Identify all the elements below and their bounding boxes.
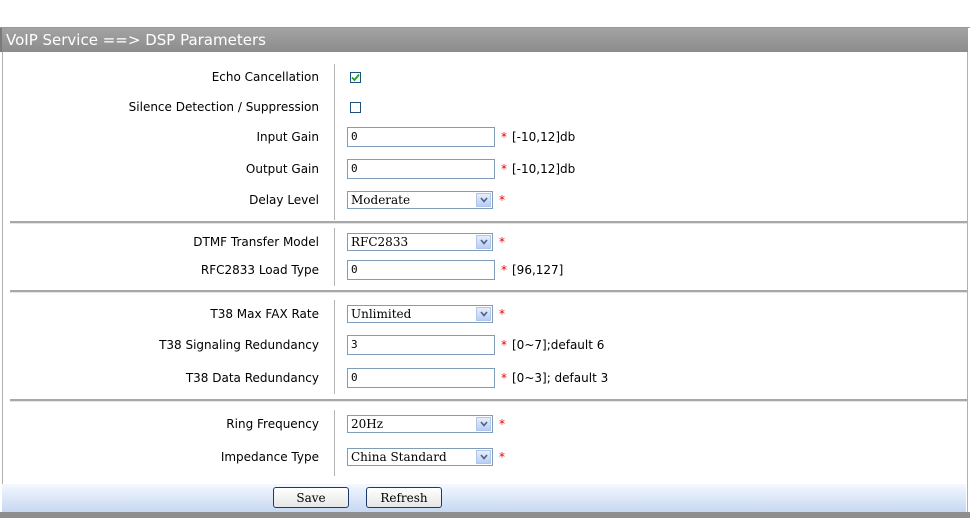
chevron-down-icon[interactable] [476,450,491,464]
output-gain-row: Output Gain 0 * [-10,12]db [3,156,967,182]
section-divider [10,221,967,224]
dtmf-transfer-model-value: RFC2833 [351,235,409,249]
ring-frequency-row: Ring Frequency 20Hz * [3,411,967,437]
t38-data-redundancy-hint: [0~3]; default 3 [512,371,609,385]
required-marker: * [501,162,507,176]
t38-data-redundancy-field[interactable]: 0 [347,368,495,388]
section-divider [10,290,967,293]
t38-max-fax-rate-label: T38 Max FAX Rate [210,307,319,321]
dtmf-transfer-model-label: DTMF Transfer Model [193,235,319,249]
chevron-down-icon[interactable] [476,307,491,321]
output-gain-label: Output Gain [245,162,319,176]
output-gain-field[interactable]: 0 [347,159,495,179]
delay-level-label: Delay Level [249,193,319,207]
bottom-bar [0,512,970,518]
echo-cancellation-label: Echo Cancellation [211,70,319,84]
required-marker: * [499,307,505,321]
silence-detection-checkbox[interactable] [350,101,361,113]
required-marker: * [501,338,507,352]
dtmf-transfer-model-select[interactable]: RFC2833 [347,233,493,251]
t38-max-fax-rate-value: Unlimited [351,307,412,321]
chevron-down-icon[interactable] [476,417,491,431]
checkmark-icon [351,73,360,81]
top-area [0,0,970,28]
required-marker: * [499,417,505,431]
ring-frequency-select[interactable]: 20Hz [347,415,493,433]
required-marker: * [499,193,505,207]
impedance-type-row: Impedance Type China Standard * [3,444,967,470]
silence-detection-row: Silence Detection / Suppression [3,94,967,120]
ring-frequency-label: Ring Frequency [226,417,319,431]
t38-data-redundancy-row: T38 Data Redundancy 0 * [0~3]; default 3 [3,365,967,391]
chevron-down-icon[interactable] [476,193,491,207]
rfc2833-load-type-row: RFC2833 Load Type 0 * [96,127] [3,257,967,283]
required-marker: * [499,450,505,464]
silence-detection-label: Silence Detection / Suppression [128,100,319,114]
t38-signaling-redundancy-hint: [0~7];default 6 [512,338,605,352]
required-marker: * [501,263,507,277]
impedance-type-select[interactable]: China Standard [347,448,493,466]
required-marker: * [499,235,505,249]
delay-level-select[interactable]: Moderate [347,191,493,209]
save-button[interactable]: Save [273,487,349,508]
page-title: VoIP Service ==> DSP Parameters [0,28,968,52]
dtmf-transfer-model-row: DTMF Transfer Model RFC2833 * [3,229,967,255]
t38-max-fax-rate-select[interactable]: Unlimited [347,305,493,323]
rfc2833-load-type-label: RFC2833 Load Type [200,263,319,277]
ring-frequency-value: 20Hz [351,417,384,431]
input-gain-field[interactable]: 0 [347,127,495,147]
t38-max-fax-rate-row: T38 Max FAX Rate Unlimited * [3,301,967,327]
impedance-type-value: China Standard [351,450,447,464]
input-gain-row: Input Gain 0 * [-10,12]db [3,124,967,150]
t38-signaling-redundancy-field[interactable]: 3 [347,335,495,355]
refresh-button[interactable]: Refresh [366,487,442,508]
chevron-down-icon[interactable] [476,235,491,249]
echo-cancellation-row: Echo Cancellation [3,64,967,90]
echo-cancellation-checkbox[interactable] [350,71,361,83]
input-gain-hint: [-10,12]db [512,130,576,144]
form-actions-bar: Save Refresh [2,484,966,512]
impedance-type-label: Impedance Type [220,450,319,464]
output-gain-hint: [-10,12]db [512,162,576,176]
dsp-parameters-panel: Echo Cancellation Silence Detection / Su… [2,52,968,512]
required-marker: * [501,130,507,144]
required-marker: * [501,371,507,385]
delay-level-value: Moderate [351,193,411,207]
t38-signaling-redundancy-row: T38 Signaling Redundancy 3 * [0~7];defau… [3,332,967,358]
rfc2833-load-type-field[interactable]: 0 [347,260,495,280]
input-gain-label: Input Gain [256,130,319,144]
t38-signaling-redundancy-label: T38 Signaling Redundancy [159,338,319,352]
delay-level-row: Delay Level Moderate * [3,187,967,213]
t38-data-redundancy-label: T38 Data Redundancy [185,371,319,385]
section-divider [10,399,967,402]
rfc2833-load-type-hint: [96,127] [512,263,564,277]
